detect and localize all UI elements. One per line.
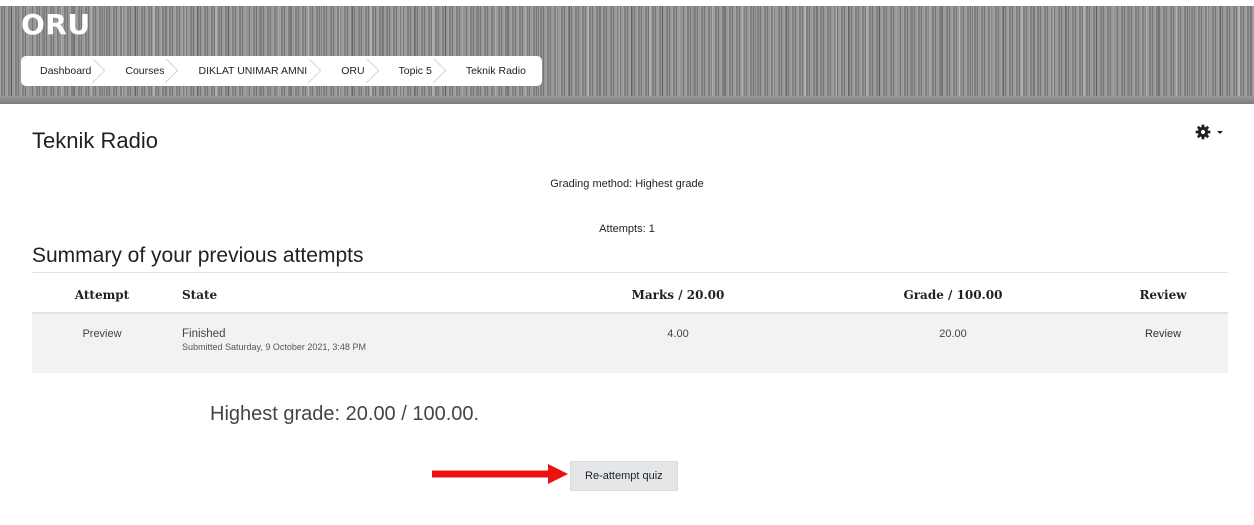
breadcrumb-label[interactable]: Topic 5 <box>399 65 432 77</box>
column-header-review: Review <box>1098 278 1228 314</box>
arrow-right-icon <box>432 464 568 484</box>
review-cell: Review <box>1098 313 1228 373</box>
caret-down-icon <box>1217 131 1223 134</box>
state-cell: Finished Submitted Saturday, 9 October 2… <box>172 313 548 373</box>
marks-cell: 4.00 <box>548 313 808 373</box>
breadcrumb-label[interactable]: Courses <box>125 65 164 77</box>
column-header-grade: Grade / 100.00 <box>808 278 1098 314</box>
breadcrumb-label[interactable]: ORU <box>341 65 364 77</box>
column-header-marks: Marks / 20.00 <box>548 278 808 314</box>
breadcrumb-item-course[interactable]: DIKLAT UNIMAR AMNI <box>181 56 324 86</box>
summary-heading: Summary of your previous attempts <box>32 244 364 267</box>
divider <box>32 272 1228 273</box>
breadcrumb-item-dashboard[interactable]: Dashboard <box>21 56 108 86</box>
breadcrumb-label[interactable]: Teknik Radio <box>466 65 526 77</box>
submitted-time: Submitted Saturday, 9 October 2021, 3:48… <box>182 342 366 352</box>
site-name[interactable]: ORU <box>21 8 91 41</box>
table-row: Preview Finished Submitted Saturday, 9 O… <box>32 313 1228 373</box>
column-header-attempt: Attempt <box>32 278 172 314</box>
breadcrumb-label[interactable]: DIKLAT UNIMAR AMNI <box>198 65 307 77</box>
highest-grade: Highest grade: 20.00 / 100.00. <box>210 403 480 425</box>
breadcrumb: Dashboard Courses DIKLAT UNIMAR AMNI ORU… <box>21 56 542 86</box>
gear-icon <box>1195 124 1211 140</box>
grade-cell: 20.00 <box>808 313 1098 373</box>
attempt-cell: Preview <box>32 313 172 373</box>
site-header: ORU Dashboard Courses DIKLAT UNIMAR AMNI… <box>0 0 1254 104</box>
breadcrumb-label[interactable]: Dashboard <box>40 65 91 77</box>
breadcrumb-item-category[interactable]: ORU <box>324 56 381 86</box>
column-header-state: State <box>172 278 548 314</box>
attempts-count: Attempts: 1 <box>599 223 655 235</box>
attempts-table: Attempt State Marks / 20.00 Grade / 100.… <box>32 278 1228 373</box>
page-title: Teknik Radio <box>32 128 158 153</box>
settings-menu-button[interactable] <box>1195 121 1229 143</box>
breadcrumb-item-current[interactable]: Teknik Radio <box>449 56 542 86</box>
table-header-row: Attempt State Marks / 20.00 Grade / 100.… <box>32 278 1228 314</box>
review-link[interactable]: Review <box>1145 328 1181 340</box>
reattempt-quiz-button[interactable]: Re-attempt quiz <box>570 461 678 491</box>
breadcrumb-item-courses[interactable]: Courses <box>108 56 181 86</box>
state-value: Finished <box>182 328 226 340</box>
breadcrumb-item-topic[interactable]: Topic 5 <box>382 56 449 86</box>
grading-method: Grading method: Highest grade <box>550 178 704 190</box>
